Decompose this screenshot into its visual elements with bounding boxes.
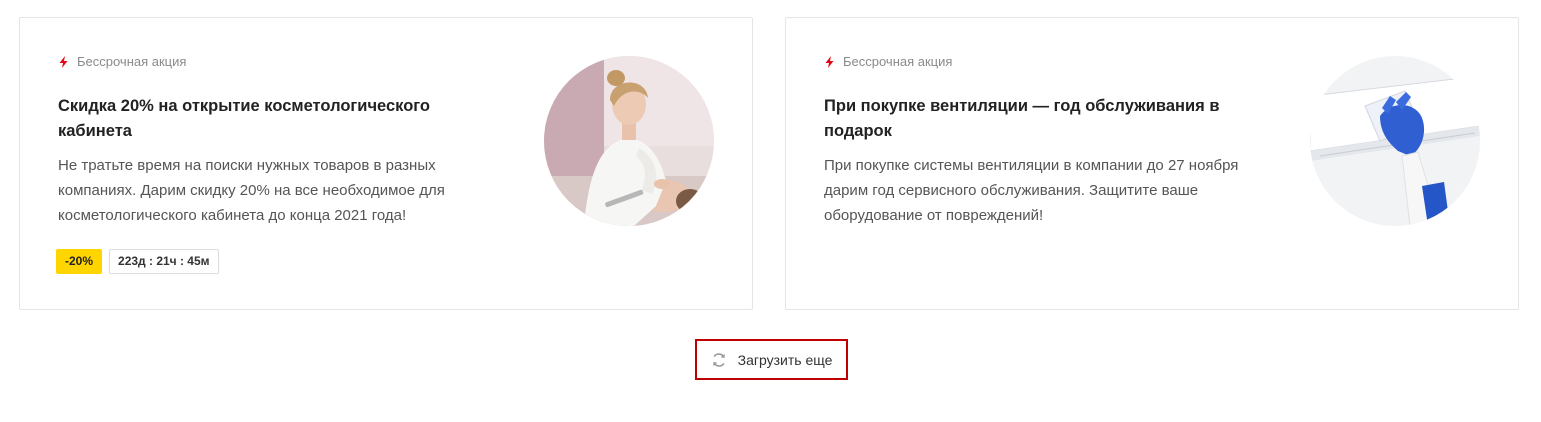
promo-tag: Бессрочная акция bbox=[58, 54, 186, 69]
countdown-timer: 223д : 21ч : 45м bbox=[109, 249, 219, 274]
promo-tag-label: Бессрочная акция bbox=[77, 54, 187, 69]
load-more-label: Загрузить еще bbox=[737, 351, 833, 368]
promo-description: При покупке системы вентиляции в компани… bbox=[824, 157, 1239, 224]
lightning-icon bbox=[59, 55, 68, 68]
promo-title[interactable]: Скидка 20% на открытие косметологическог… bbox=[58, 94, 488, 144]
promo-tag: Бессрочная акция bbox=[824, 54, 952, 69]
promo-tag-label: Бессрочная акция bbox=[843, 54, 953, 69]
promo-card-ventilation[interactable]: Бессрочная акция При покупке вентиляции … bbox=[785, 17, 1519, 310]
promo-image-ventilation[interactable] bbox=[1310, 56, 1480, 226]
promo-image-cosmetologist[interactable] bbox=[544, 56, 714, 226]
promo-title[interactable]: При покупке вентиляции — год обслуживани… bbox=[824, 94, 1254, 144]
discount-badge: -20% bbox=[56, 249, 103, 274]
lightning-icon bbox=[825, 55, 834, 68]
load-more-button[interactable]: Загрузить еще bbox=[695, 339, 848, 380]
promo-description: Не тратьте время на поиски нужных товаро… bbox=[58, 157, 445, 224]
promo-card-cosmetology[interactable]: Бессрочная акция Скидка 20% на открытие … bbox=[19, 17, 753, 310]
refresh-icon bbox=[712, 352, 725, 367]
